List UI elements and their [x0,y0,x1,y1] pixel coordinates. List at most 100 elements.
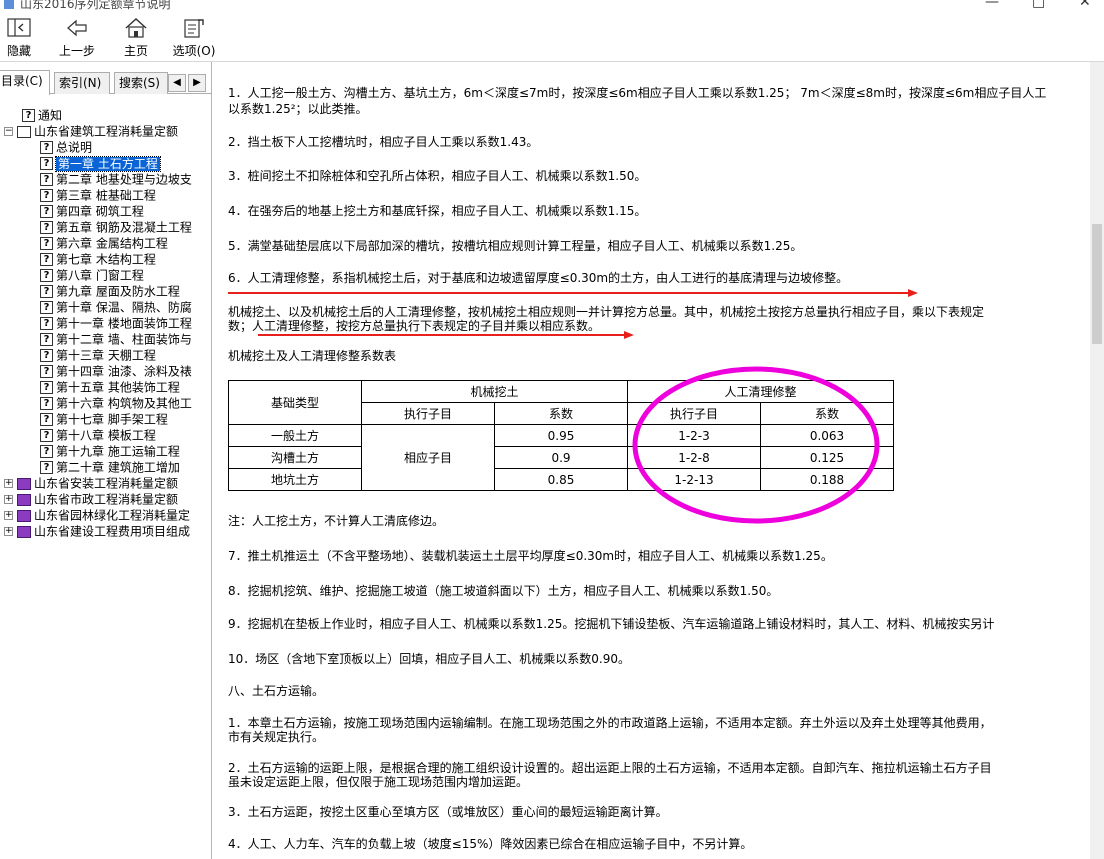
close-icon[interactable]: ✕ [1079,0,1091,10]
help-page-icon: ? [40,189,53,202]
help-page-icon: ? [40,301,53,314]
home-icon [118,16,154,44]
collapse-icon[interactable]: − [4,127,13,136]
tree-item[interactable]: ? 第九章 屋面及防水工程 [40,283,180,299]
tree-item[interactable]: ? 第六章 金属结构工程 [40,235,168,251]
book-open-icon [17,125,31,138]
tab-scroll-right-icon[interactable]: ▶ [188,74,206,92]
hide-button[interactable]: 隐藏 [2,10,36,60]
annotation-ellipse [632,366,880,524]
help-page-icon: ? [22,109,35,122]
expand-icon[interactable]: + [4,511,13,520]
table-header: 基础类型 [228,380,362,425]
tree-item[interactable]: ? 第十章 保温、隔热、防腐 [40,299,192,315]
help-page-icon: ? [40,333,53,346]
tree-item[interactable]: ? 第十八章 模板工程 [40,427,156,443]
paragraph: 6．人工清理修整，系指机械挖土后，对于基底和边坡遗留厚度≤0.30m的土方，由人… [228,271,849,285]
table-cell: 地坑土方 [228,468,362,491]
tree-item[interactable]: ? 第十三章 天棚工程 [40,347,156,363]
help-page-icon: ? [40,173,53,186]
section-heading: 八、土石方运输。 [228,684,325,698]
tree-item[interactable]: ? 第十九章 施工运输工程 [40,443,180,459]
back-arrow-icon [54,16,100,44]
tab-index[interactable]: 索引(N) [54,72,110,94]
help-page-icon: ? [40,141,53,154]
table-cell: 相应子目 [361,424,495,491]
tree-item[interactable]: + 山东省建设工程费用项目组成 [4,523,190,539]
help-page-icon: ? [40,237,53,250]
back-button[interactable]: 上一步 [54,10,100,60]
tree-item-selected[interactable]: ? 第一章 土石方工程 [40,155,161,172]
title-bar: 山东2016序列定额章节说明 — □ ✕ [0,0,1104,10]
tree-item[interactable]: ? 第十五章 其他装饰工程 [40,379,180,395]
book-icon [17,509,31,522]
tab-contents[interactable]: 目录(C) [0,70,50,95]
hide-icon [2,16,36,44]
tree-item[interactable]: ? 第四章 砌筑工程 [40,203,144,219]
tree-item[interactable]: + 山东省园林绿化工程消耗量定 [4,507,190,523]
paragraph: 1．人工挖一般土方、沟槽土方、基坑土方，6m＜深度≤7m时，按深度≤6m相应子目… [228,86,1047,100]
minimize-icon[interactable]: — [985,0,999,10]
tab-search[interactable]: 搜索(S) [114,72,168,94]
help-page-icon: ? [40,269,53,282]
book-icon [17,477,31,490]
tree-item[interactable]: ? 第十七章 脚手架工程 [40,411,168,427]
help-page-icon: ? [40,413,53,426]
vertical-scrollbar[interactable] [1090,62,1104,859]
table-cell: 0.85 [494,468,628,491]
help-page-icon: ? [40,317,53,330]
tree-item[interactable]: ? 第五章 钢筋及混凝土工程 [40,219,192,235]
help-page-icon: ? [40,381,53,394]
expand-icon[interactable]: + [4,527,13,536]
book-icon [17,493,31,506]
tree-item[interactable]: ? 第八章 门窗工程 [40,267,144,283]
tree-item[interactable]: ? 第十二章 墙、柱面装饰与 [40,331,192,347]
tree-item[interactable]: ? 总说明 [40,139,92,155]
help-page-icon: ? [40,221,53,234]
help-page-icon: ? [40,285,53,298]
expand-icon[interactable]: + [4,479,13,488]
table-cell: 0.95 [494,424,628,447]
tree-item[interactable]: ? 通知 [22,107,62,123]
table-header: 执行子目 [361,402,495,425]
app-icon [4,0,14,9]
paragraph: 3．桩间挖土不扣除桩体和空孔所占体积，相应子目人工、机械乘以系数1.50。 [228,169,647,183]
expand-icon[interactable]: + [4,495,13,504]
paragraph: 9．挖掘机在垫板上作业时，相应子目人工、机械乘以系数1.25。挖掘机下铺设垫板、… [228,617,995,631]
help-page-icon: ? [40,365,53,378]
home-button[interactable]: 主页 [118,10,154,60]
tree-item[interactable]: + 山东省安装工程消耗量定额 [4,475,178,491]
nav-tabs: 目录(C) 索引(N) 搜索(S) ◀ ▶ [0,70,212,95]
window-title: 山东2016序列定额章节说明 [20,0,171,10]
navigation-pane: 目录(C) 索引(N) 搜索(S) ◀ ▶ ? 通知 − 山东省建筑工程消耗量定额 … [0,62,212,859]
content-pane: 1．人工挖一般土方、沟槽土方、基坑土方，6m＜深度≤7m时，按深度≤6m相应子目… [212,62,1090,859]
paragraph: 虽未设定运距上限，但仅限于施工现场范围内增加运距。 [228,775,529,789]
maximize-icon[interactable]: □ [1032,0,1045,10]
tree-item[interactable]: ? 第三章 桩基础工程 [40,187,156,203]
paragraph: 10．场区（含地下室顶板以上）回填，相应子目人工、机械乘以系数0.90。 [228,652,630,666]
tree-item[interactable]: ? 第二十章 建筑施工增加 [40,459,180,475]
help-page-icon: ? [40,205,53,218]
tree-item[interactable]: ? 第十一章 楼地面装饰工程 [40,315,192,331]
paragraph: 以系数1.25²；以此类推。 [228,102,368,116]
tree-item[interactable]: ? 第十六章 构筑物及其他工 [40,395,192,411]
options-button[interactable]: 选项(O) [170,10,218,60]
paragraph: 8．挖掘机挖筑、维护、挖掘施工坡道（施工坡道斜面以下）土方，相应子目人工、机械乘… [228,584,779,598]
help-page-icon: ? [40,461,53,474]
help-page-icon: ? [40,445,53,458]
scrollbar-thumb[interactable] [1092,224,1102,344]
tree-item[interactable]: + 山东省市政工程消耗量定额 [4,491,178,507]
tree-item[interactable]: ? 第十四章 油漆、涂料及裱 [40,363,192,379]
paragraph: 2．挡土板下人工挖槽坑时，相应子目人工乘以系数1.43。 [228,135,539,149]
paragraph: 4．人工、人力车、汽车的负载上坡（坡度≤15%）降效因素已综合在相应运输子目中，… [228,837,753,851]
book-icon [17,525,31,538]
paragraph: 7．推土机推运土（不含平整场地）、装载机装运土土层平均厚度≤0.30m时，相应子… [228,549,833,563]
tab-scroll-left-icon[interactable]: ◀ [168,74,186,92]
tree-item[interactable]: − 山东省建筑工程消耗量定额 [4,123,178,139]
table-cell: 一般土方 [228,424,362,447]
paragraph: 5．满堂基础垫层底以下局部加深的槽坑，按槽坑相应规则计算工程量，相应子目人工、机… [228,239,803,253]
tree-item[interactable]: ? 第二章 地基处理与边坡支 [40,171,192,187]
help-page-icon: ? [40,157,53,170]
toolbar: 隐藏 上一步 主页 选项(O) [0,10,1104,62]
tree-item[interactable]: ? 第七章 木结构工程 [40,251,156,267]
